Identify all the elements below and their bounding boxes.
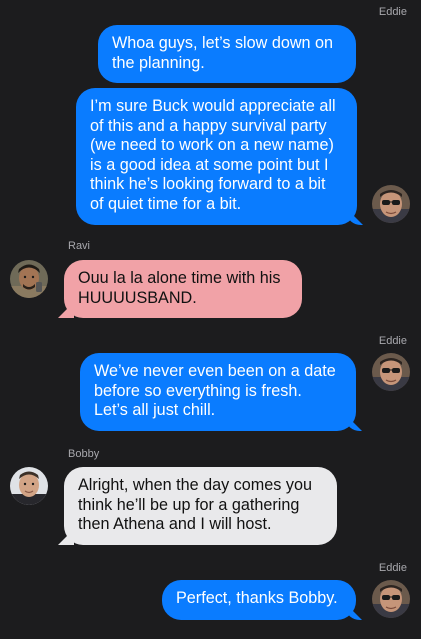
eddie-avatar-photo (372, 353, 410, 391)
eddie-avatar[interactable] (372, 185, 410, 223)
message-line: Let’s all just chill. (94, 401, 216, 419)
message-line: then Athena and I will host. (78, 515, 272, 533)
message-thread: Eddie Whoa guys, let’s slow down on the … (0, 0, 421, 639)
sender-name-eddie: Eddie (378, 335, 407, 347)
message-line: the planning. (112, 53, 205, 72)
eddie-avatar[interactable] (372, 580, 410, 618)
message-bubble-outgoing[interactable]: I’m sure Buck would appreciate all of th… (76, 88, 357, 225)
message-line: think he’ll be up for a gathering (78, 495, 300, 514)
message-line: Alright, when the day comes you (78, 476, 312, 494)
eddie-avatar-photo (372, 185, 410, 223)
bobby-avatar-photo (10, 467, 48, 505)
message-line: think he’s looking forward to a bit (90, 175, 326, 193)
message-line: (we need to work on a new name) (90, 136, 334, 154)
message-line: of quiet time for a bit. (90, 194, 242, 213)
message-line: Perfect, thanks Bobby. (176, 589, 338, 607)
eddie-avatar-photo (372, 580, 410, 618)
message-bubble-outgoing[interactable]: Perfect, thanks Bobby. (162, 580, 356, 620)
message-bubble-outgoing[interactable]: We’ve never even been on a date before s… (80, 353, 356, 431)
message-line: I’m sure Buck would appreciate all (90, 97, 336, 115)
message-line: HUUUUSBAND. (78, 288, 197, 307)
bobby-avatar[interactable] (10, 467, 48, 505)
message-line: before so everything is fresh. (94, 381, 302, 400)
sender-name-eddie: Eddie (378, 562, 407, 574)
message-line: of this and a happy survival party (90, 116, 327, 135)
message-bubble-incoming[interactable]: Ouu la la alone time with his HUUUUSBAND… (64, 260, 302, 318)
message-line: is a good idea at some point but I (90, 155, 329, 174)
sender-name-bobby: Bobby (68, 448, 100, 460)
sender-name-eddie: Eddie (378, 6, 407, 18)
message-line: Ouu la la alone time with his (78, 269, 281, 287)
ravi-avatar[interactable] (10, 260, 48, 298)
message-line: We’ve never even been on a date (94, 362, 336, 380)
sender-name-ravi: Ravi (68, 240, 91, 252)
message-line: Whoa guys, let’s slow down on (112, 34, 334, 52)
eddie-avatar[interactable] (372, 353, 410, 391)
ravi-avatar-photo (10, 260, 48, 298)
message-bubble-outgoing[interactable]: Whoa guys, let’s slow down on the planni… (98, 25, 356, 83)
message-bubble-incoming[interactable]: Alright, when the day comes you think he… (64, 467, 337, 545)
